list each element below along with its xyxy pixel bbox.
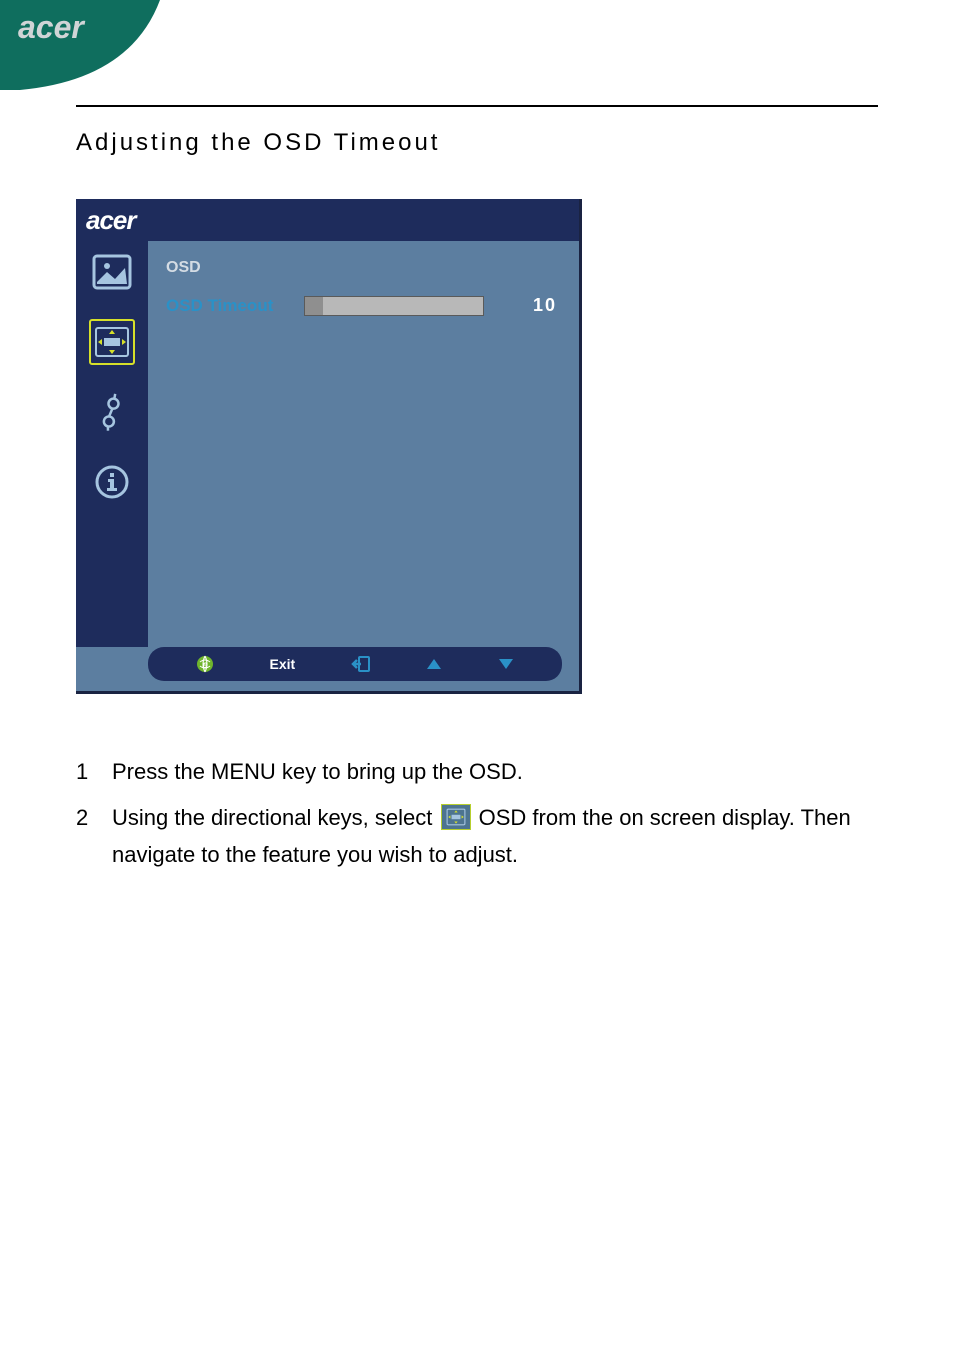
instruction-segment: Using the directional keys, select (112, 805, 439, 830)
osd-timeout-row: OSD Timeout 10 (166, 295, 561, 316)
brand-text: acer (18, 9, 85, 45)
setting-icon[interactable] (89, 389, 135, 435)
osd-logo-bar: acer (76, 199, 579, 241)
instruction-number: 1 (76, 754, 96, 790)
osd-slider-fill (305, 297, 323, 315)
osd-footer: e Exit (148, 647, 562, 681)
footer-exit-label: Exit (269, 656, 295, 672)
e-globe-icon: e (196, 655, 214, 673)
instruction-item-2: 2 Using the directional keys, select OSD… (76, 800, 878, 873)
triangle-up-icon (426, 658, 442, 670)
triangle-down-icon (498, 658, 514, 670)
page-corner-brand: acer (0, 0, 170, 90)
footer-enter-button[interactable] (351, 655, 371, 673)
page-title: Adjusting the OSD Timeout (76, 129, 878, 157)
footer-e-button[interactable]: e (196, 655, 214, 673)
info-icon[interactable] (89, 459, 135, 505)
osd-row-label: OSD Timeout (166, 296, 286, 316)
osd-position-icon[interactable] (89, 319, 135, 365)
osd-section-title: OSD (166, 259, 561, 277)
instruction-number: 2 (76, 800, 96, 873)
footer-down-button[interactable] (498, 658, 514, 670)
osd-sidebar (76, 241, 148, 647)
footer-exit-button[interactable]: Exit (269, 656, 295, 672)
osd-value: 10 (533, 295, 557, 316)
instruction-text: Press the MENU key to bring up the OSD. (112, 754, 878, 790)
footer-up-button[interactable] (426, 658, 442, 670)
svg-text:e: e (202, 660, 208, 671)
osd-brand: acer (86, 205, 136, 236)
enter-icon (351, 655, 371, 673)
picture-icon[interactable] (89, 249, 135, 295)
osd-slider[interactable] (304, 296, 484, 316)
instruction-text: Using the directional keys, select OSD f… (112, 800, 878, 873)
osd-main: OSD OSD Timeout 10 (148, 241, 579, 647)
instruction-item-1: 1 Press the MENU key to bring up the OSD… (76, 754, 878, 790)
instructions-list: 1 Press the MENU key to bring up the OSD… (76, 754, 878, 873)
osd-panel: acer (76, 199, 582, 694)
osd-position-icon-inline (441, 804, 471, 830)
